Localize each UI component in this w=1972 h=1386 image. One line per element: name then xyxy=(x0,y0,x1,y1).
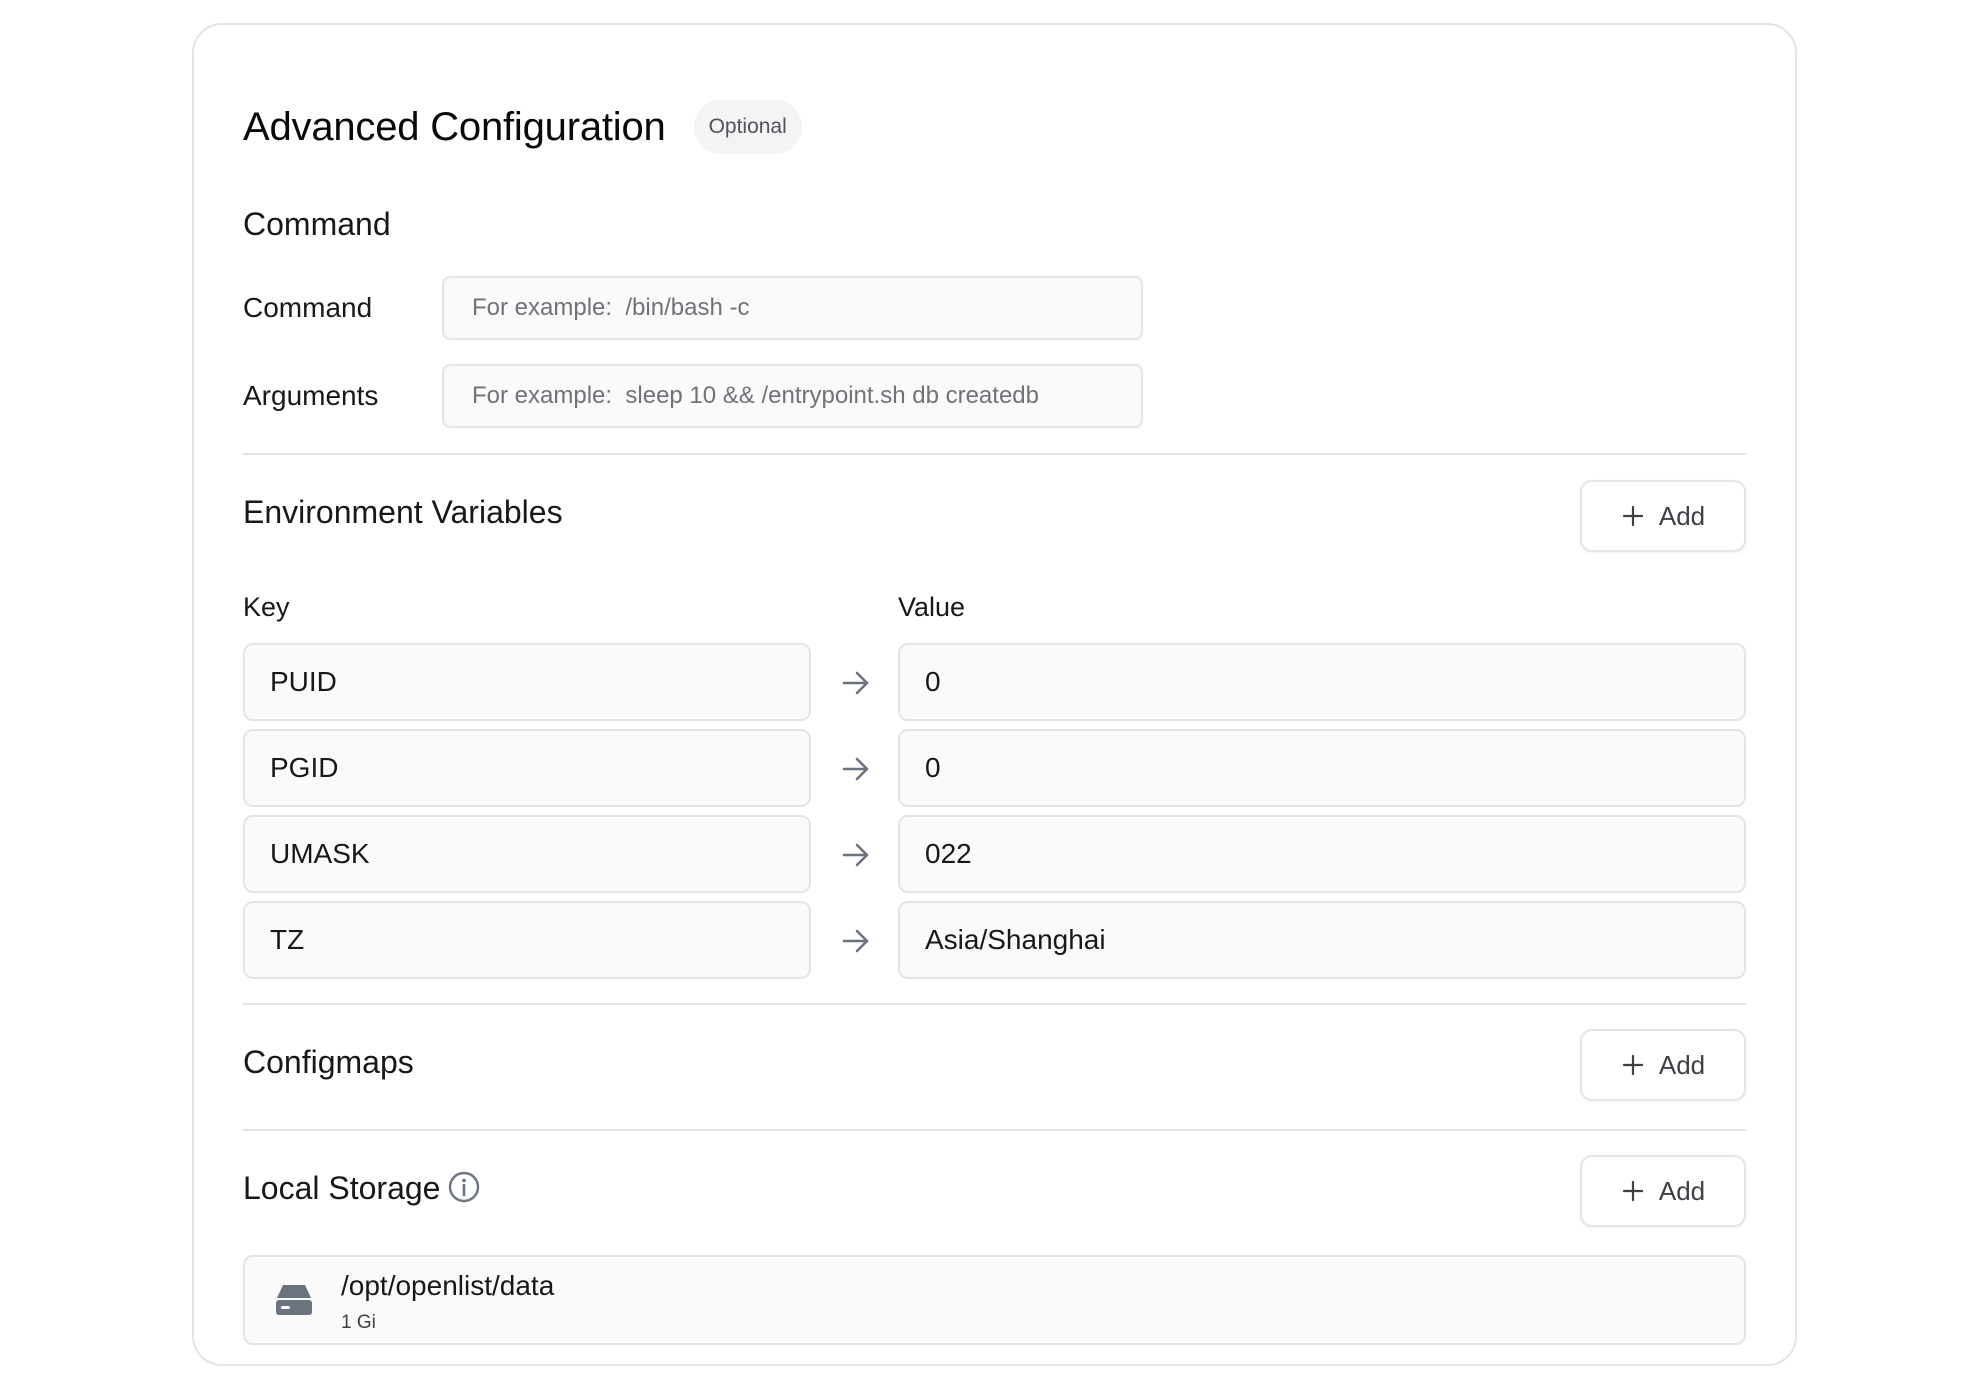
configmaps-section-title: Configmaps xyxy=(243,1044,414,1080)
arguments-input[interactable] xyxy=(442,364,1143,428)
storage-path: /opt/openlist/data xyxy=(341,1270,555,1301)
env-row: PGID 0 xyxy=(243,729,1746,807)
add-env-variable-label: Add xyxy=(1658,500,1706,531)
optional-badge: Optional xyxy=(693,100,802,154)
section-divider xyxy=(243,453,1746,455)
arrow-right-icon xyxy=(842,671,869,695)
arrow-right-icon xyxy=(842,843,869,867)
env-section-title: Environment Variables xyxy=(243,494,563,530)
local-storage-title-text: Local Storage xyxy=(243,1170,441,1206)
env-key-field[interactable]: PUID xyxy=(243,643,811,721)
advanced-configuration-card: Advanced Configuration Optional Command … xyxy=(192,23,1797,1366)
env-key-field[interactable]: PGID xyxy=(243,729,811,807)
env-key-field[interactable]: TZ xyxy=(243,901,811,979)
env-value-header: Value xyxy=(898,592,966,622)
info-icon[interactable] xyxy=(448,1171,480,1203)
storage-list-item[interactable]: /opt/openlist/data 1 Gi xyxy=(243,1255,1746,1345)
card-header: Advanced Configuration Optional xyxy=(243,79,802,175)
storage-size: 1 Gi xyxy=(341,1312,376,1333)
add-local-storage-label: Add xyxy=(1658,1175,1706,1206)
env-value-field[interactable]: 022 xyxy=(898,815,1746,893)
plus-icon xyxy=(1622,505,1643,527)
command-label: Command xyxy=(243,292,373,323)
env-key-field[interactable]: UMASK xyxy=(243,815,811,893)
arrow-right-icon xyxy=(842,757,869,781)
env-row: TZ Asia/Shanghai xyxy=(243,901,1746,979)
env-row: PUID 0 xyxy=(243,643,1746,721)
command-field-row: Command xyxy=(243,276,1143,340)
env-value-field[interactable]: 0 xyxy=(898,729,1746,807)
arguments-field-row: Arguments xyxy=(243,364,1143,428)
section-divider xyxy=(243,1003,1746,1005)
local-storage-section-title: Local Storage xyxy=(243,1170,480,1207)
env-value-field[interactable]: Asia/Shanghai xyxy=(898,901,1746,979)
command-section-title: Command xyxy=(243,206,391,242)
arguments-label: Arguments xyxy=(243,380,379,411)
env-key-header: Key xyxy=(243,592,290,622)
plus-icon xyxy=(1622,1054,1643,1076)
section-divider xyxy=(243,1129,1746,1131)
arrow-right-icon xyxy=(842,929,869,953)
env-value-field[interactable]: 0 xyxy=(898,643,1746,721)
add-env-variable-button[interactable]: Add xyxy=(1580,480,1746,552)
add-local-storage-button[interactable]: Add xyxy=(1580,1155,1746,1227)
hard-drive-icon xyxy=(276,1285,312,1315)
plus-icon xyxy=(1622,1180,1643,1202)
command-input[interactable] xyxy=(442,276,1143,340)
env-row: UMASK 022 xyxy=(243,815,1746,893)
add-configmap-label: Add xyxy=(1658,1049,1706,1080)
add-configmap-button[interactable]: Add xyxy=(1580,1029,1746,1101)
page-title: Advanced Configuration xyxy=(243,104,666,149)
